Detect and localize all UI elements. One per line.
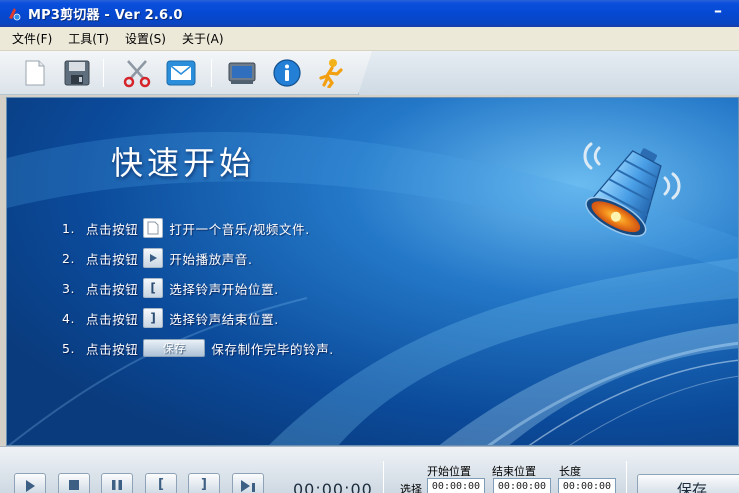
menu-settings[interactable]: 设置(S) (125, 30, 166, 47)
menu-about[interactable]: 关于(A) (182, 30, 224, 47)
step-number: 3. (62, 280, 76, 296)
end-position-field[interactable]: 00:00:00 (493, 478, 551, 493)
step-suffix: 选择铃声开始位置. (169, 281, 279, 297)
step-number: 5. (62, 340, 76, 356)
menu-file[interactable]: 文件(F) (12, 30, 52, 47)
inline-save-button: 保存 (143, 339, 206, 357)
new-file-button[interactable] (18, 56, 52, 90)
cut-button[interactable] (120, 56, 154, 90)
length-label: 长度 (559, 465, 581, 478)
playback-controls: [ ] 00:00:00 开始位置 结束位置 长度 选择 00:00:00 00… (0, 446, 739, 493)
running-man-icon (319, 59, 343, 88)
new-file-icon (143, 218, 164, 238)
selection-label: 选择 (400, 483, 422, 493)
bell-icon (583, 142, 681, 237)
step-3: 3. 点击按钮 [ 选择铃声开始位置. (62, 278, 279, 298)
toolbar (0, 51, 739, 95)
title-bar[interactable]: MP3剪切器 - Ver 2.6.0 – (0, 0, 739, 27)
run-button[interactable] (314, 56, 348, 90)
step-1: 1. 点击按钮 打开一个音乐/视频文件. (62, 218, 310, 238)
quickstart-title: 快速开始 (111, 144, 256, 182)
monitor-icon (228, 62, 256, 84)
menu-tools[interactable]: 工具(T) (68, 30, 109, 47)
step-4: 4. 点击按钮 ] 选择铃声结束位置. (62, 308, 279, 328)
step-prefix: 点击按钮 (86, 311, 139, 327)
screen-button[interactable] (225, 56, 259, 90)
step-prefix: 点击按钮 (86, 281, 139, 297)
step-number: 2. (62, 250, 76, 266)
info-button[interactable] (270, 56, 304, 90)
length-field: 00:00:00 (558, 478, 616, 493)
pause-icon (112, 480, 122, 490)
step-suffix: 打开一个音乐/视频文件. (169, 221, 310, 237)
scissors-icon (123, 60, 151, 88)
start-position-label: 开始位置 (427, 465, 471, 478)
control-separator (626, 461, 627, 493)
new-file-icon (25, 60, 45, 86)
toolbar-slant-panel (358, 51, 739, 95)
menu-bar: 文件(F) 工具(T) 设置(S) 关于(A) (0, 27, 739, 51)
control-separator (383, 461, 384, 493)
step-suffix: 选择铃声结束位置. (169, 311, 279, 327)
pause-button[interactable] (101, 473, 133, 493)
step-2: 2. 点击按钮 开始播放声音. (62, 248, 253, 268)
play-icon (143, 248, 164, 268)
email-button[interactable] (164, 56, 198, 90)
stop-icon (69, 480, 79, 490)
step-suffix: 开始播放声音. (169, 251, 253, 267)
save-disk-icon (64, 60, 90, 86)
mark-end-icon: ] (143, 308, 164, 328)
minimize-button[interactable]: – (709, 3, 727, 21)
step-prefix: 点击按钮 (86, 251, 139, 267)
toolbar-separator (211, 59, 212, 87)
save-file-button[interactable] (60, 56, 94, 90)
step-suffix: 保存制作完毕的铃声. (211, 341, 334, 357)
stop-button[interactable] (58, 473, 90, 493)
start-position-field[interactable]: 00:00:00 (427, 478, 485, 493)
play-button[interactable] (14, 473, 46, 493)
play-selection-button[interactable] (232, 473, 264, 493)
current-time: 00:00:00 (293, 480, 373, 493)
mail-icon (166, 60, 196, 86)
step-prefix: 点击按钮 (86, 341, 139, 357)
app-icon (9, 7, 21, 20)
end-position-label: 结束位置 (492, 465, 536, 478)
info-icon (273, 59, 301, 87)
toolbar-separator (103, 59, 104, 87)
step-number: 4. (62, 310, 76, 326)
mark-start-icon: [ (143, 278, 164, 298)
step-prefix: 点击按钮 (86, 221, 139, 237)
play-selection-icon (241, 480, 255, 492)
save-button[interactable]: 保存 (637, 474, 739, 493)
step-number: 1. (62, 220, 76, 236)
mark-end-button[interactable]: ] (188, 473, 220, 493)
mark-start-button[interactable]: [ (145, 473, 177, 493)
quickstart-panel: 快速开始 1. 点击按钮 打开一个音乐/视频文件. 2. 点击按钮 开始播放声音… (6, 97, 739, 446)
window-title: MP3剪切器 - Ver 2.6.0 (28, 8, 183, 23)
play-icon (26, 480, 35, 492)
step-5: 5. 点击按钮 保存 保存制作完毕的铃声. (62, 338, 334, 358)
